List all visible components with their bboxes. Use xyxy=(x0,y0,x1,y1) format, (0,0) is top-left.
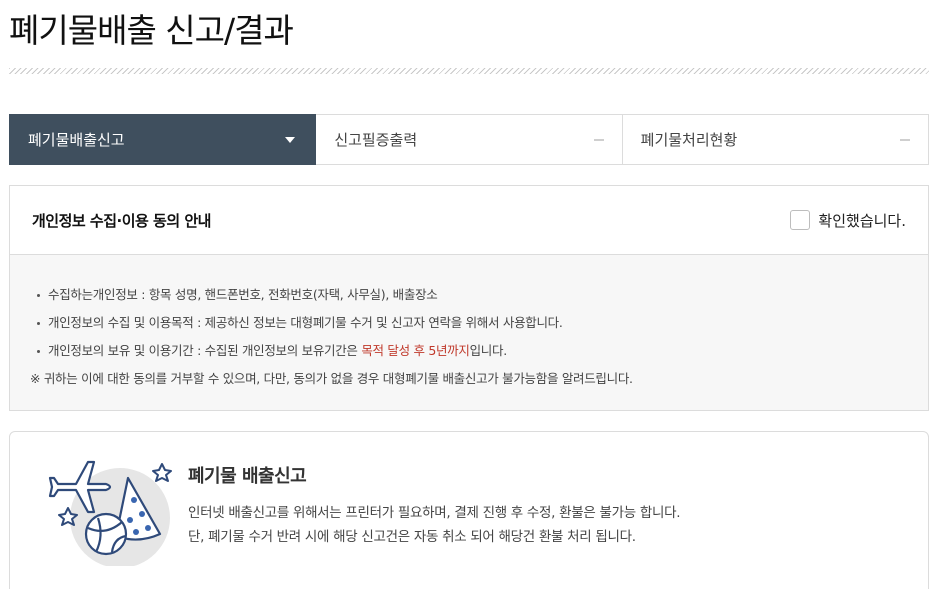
consent-item-retention: 개인정보의 보유 및 이용기간 : 수집된 개인정보의 보유기간은 목적 달성 … xyxy=(30,337,908,365)
report-notice-line2: 단, 폐기물 수거 반려 시에 해당 신고건은 자동 취소 되어 해당건 환불 … xyxy=(188,529,636,545)
consent-item-purpose: 개인정보의 수집 및 이용목적 : 제공하신 정보는 대형폐기물 수거 및 신고… xyxy=(30,309,908,337)
step-waste-status[interactable]: 폐기물처리현황 xyxy=(622,114,929,165)
retention-suffix: 입니다. xyxy=(469,343,508,358)
dash-icon xyxy=(593,138,604,141)
waste-items-illustration xyxy=(48,460,172,566)
title-divider xyxy=(9,68,929,74)
caret-down-icon xyxy=(285,136,296,143)
confirm-checkbox[interactable] xyxy=(790,210,811,230)
consent-title: 개인정보 수집·이용 동의 안내 xyxy=(32,211,211,230)
page-title: 폐기물배출 신고/결과 xyxy=(9,11,294,50)
step-label: 폐기물처리현황 xyxy=(640,131,738,149)
step-label: 폐기물배출신고 xyxy=(28,131,125,149)
consent-header: 개인정보 수집·이용 동의 안내 확인했습니다. xyxy=(10,186,928,255)
consent-item-collected: 수집하는개인정보 : 항목 성명, 핸드폰번호, 전화번호(자택, 사무실), … xyxy=(30,281,908,309)
report-notice-line1: 인터넷 배출신고를 위해서는 프린터가 필요하며, 결제 진행 후 수정, 환불… xyxy=(188,505,681,521)
retention-highlight: 목적 달성 후 5년까지 xyxy=(361,343,470,358)
dash-icon xyxy=(899,138,910,141)
waste-report-card: 폐기물 배출신고 인터넷 배출신고를 위해서는 프린터가 필요하며, 결제 진행… xyxy=(9,431,929,589)
confirm-label: 확인했습니다. xyxy=(818,211,906,230)
consent-note: ※ 귀하는 이에 대한 동의를 거부할 수 있으며, 다만, 동의가 없을 경우… xyxy=(30,371,633,386)
step-navigation: 폐기물배출신고 신고필증출력 폐기물처리현황 xyxy=(9,114,929,165)
step-certificate-print[interactable]: 신고필증출력 xyxy=(316,114,623,165)
report-title: 폐기물 배출신고 xyxy=(188,466,307,487)
consent-body: 수집하는개인정보 : 항목 성명, 핸드폰번호, 전화번호(자택, 사무실), … xyxy=(10,255,928,410)
step-waste-report[interactable]: 폐기물배출신고 xyxy=(9,114,317,165)
consent-confirm[interactable]: 확인했습니다. xyxy=(790,210,906,231)
consent-list: 수집하는개인정보 : 항목 성명, 핸드폰번호, 전화번호(자택, 사무실), … xyxy=(30,281,908,365)
privacy-consent-panel: 개인정보 수집·이용 동의 안내 확인했습니다. 수집하는개인정보 : 항목 성… xyxy=(9,185,929,411)
step-label: 신고필증출력 xyxy=(334,131,418,149)
retention-prefix: 개인정보의 보유 및 이용기간 : 수집된 개인정보의 보유기간은 xyxy=(48,343,362,358)
